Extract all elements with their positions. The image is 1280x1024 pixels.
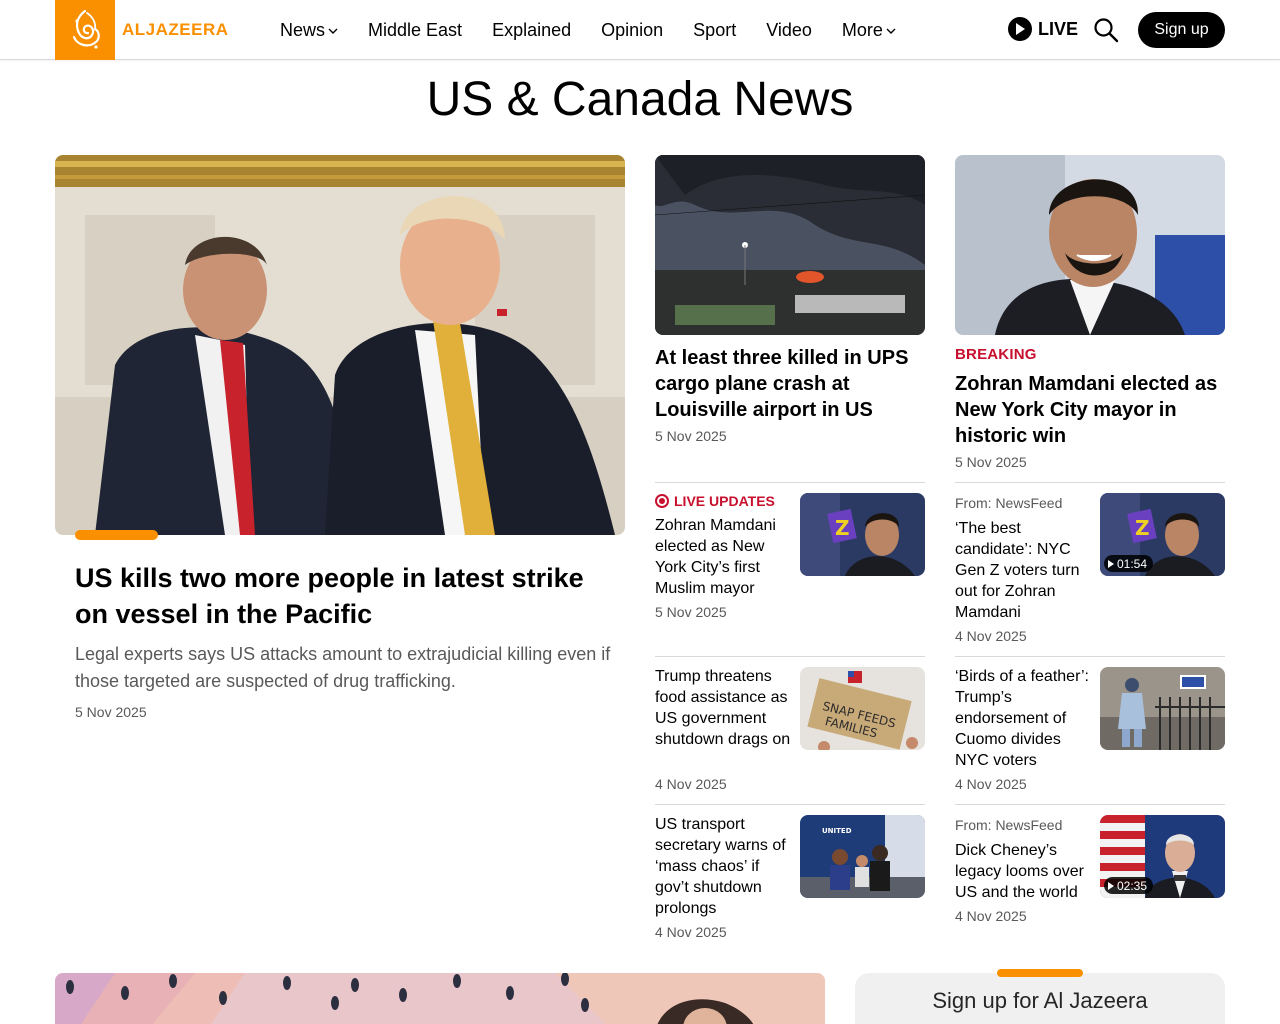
svg-text:UNITED: UNITED [822, 827, 852, 835]
nav-label: Middle East [368, 19, 463, 40]
live-updates-text: LIVE UPDATES [674, 493, 775, 509]
logo-wordmark[interactable]: ALJAZEERA [122, 20, 229, 40]
signup-button[interactable]: Sign up [1138, 12, 1225, 48]
newsletter-accent-bar [997, 969, 1083, 977]
video-duration: 02:35 [1117, 878, 1148, 893]
site-header: ALJAZEERA News Middle East Explained Opi… [0, 0, 1280, 60]
list-item-headline[interactable]: ‘Birds of a feather’: Trump’s endorsemen… [955, 666, 1093, 771]
divider [955, 656, 1225, 657]
play-icon [1108, 881, 1114, 890]
hero-image[interactable] [55, 155, 625, 535]
list-item-headline[interactable]: US transport secretary warns of ‘mass ch… [655, 814, 793, 919]
list-item-date: 4 Nov 2025 [655, 924, 727, 940]
list-item-date: 4 Nov 2025 [955, 908, 1027, 924]
play-icon [1108, 559, 1114, 568]
nav-item-more[interactable]: More [842, 20, 896, 41]
feature-image-mamdani[interactable] [955, 155, 1225, 335]
svg-text:Z: Z [835, 516, 850, 540]
list-item-headline[interactable]: Zohran Mamdani elected as New York City’… [655, 515, 793, 599]
hero-accent-bar [75, 530, 158, 540]
nav-label: Video [766, 19, 812, 40]
nav-item-news[interactable]: News [280, 20, 338, 41]
svg-text:Z: Z [1135, 516, 1150, 540]
hero-summary: Legal experts says US attacks amount to … [75, 644, 611, 691]
page-title: US & Canada News [426, 73, 854, 126]
list-item-thumbnail[interactable]: Z [800, 493, 925, 576]
chevron-down-icon [328, 28, 338, 34]
nav-label: More [841, 19, 883, 40]
nav-label: Explained [492, 19, 572, 40]
video-thumbnail[interactable]: 02:35 [1100, 815, 1225, 898]
feature-date: 5 Nov 2025 [955, 454, 1027, 470]
nav-label: Sport [693, 19, 737, 40]
list-item-headline[interactable]: Dick Cheney’s legacy looms over US and t… [955, 840, 1093, 903]
bottom-feature-image[interactable] [55, 973, 825, 1024]
divider [655, 804, 925, 805]
live-button[interactable]: LIVE [1008, 17, 1078, 41]
nav-item-video[interactable]: Video [766, 20, 812, 41]
live-label: LIVE [1038, 18, 1079, 39]
list-item-date: 4 Nov 2025 [955, 628, 1027, 644]
hero-date: 5 Nov 2025 [75, 704, 147, 720]
list-item-headline[interactable]: ‘The best candidate’: NYC Gen Z voters t… [955, 518, 1093, 623]
video-duration-badge: 02:35 [1104, 877, 1154, 894]
list-item-date: 5 Nov 2025 [655, 604, 727, 620]
video-duration: 01:54 [1117, 556, 1148, 571]
divider [955, 804, 1225, 805]
video-thumbnail[interactable]: Z 01:54 [1100, 493, 1225, 576]
list-item-thumbnail[interactable]: UNITED [800, 815, 925, 898]
list-item-headline[interactable]: Trump threatens food assistance as US go… [655, 666, 793, 750]
list-item-date: 4 Nov 2025 [655, 776, 727, 792]
hero-headline[interactable]: US kills two more people in latest strik… [75, 560, 615, 632]
aljazeera-logo[interactable] [55, 0, 115, 60]
source-label: From: NewsFeed [955, 495, 1063, 511]
nav-item-opinion[interactable]: Opinion [601, 20, 663, 41]
nav-item-middle-east[interactable]: Middle East [368, 20, 462, 41]
chevron-down-icon [886, 28, 896, 34]
nav-label: Opinion [601, 19, 664, 40]
nav-label: News [280, 19, 326, 40]
feature-headline[interactable]: Zohran Mamdani elected as New York City … [955, 371, 1227, 449]
breaking-label: BREAKING [955, 346, 1037, 363]
list-item-thumbnail[interactable] [1100, 667, 1225, 750]
nav-item-sport[interactable]: Sport [693, 20, 736, 41]
list-item-thumbnail[interactable]: SNAP FEEDS FAMILIES [800, 667, 925, 750]
search-icon[interactable] [1093, 17, 1119, 43]
aljazeera-emblem-icon [72, 9, 100, 49]
list-item-date: 4 Nov 2025 [955, 776, 1027, 792]
play-icon [1008, 17, 1032, 41]
nav-item-explained[interactable]: Explained [492, 20, 571, 41]
live-indicator-icon [655, 494, 669, 508]
divider [655, 656, 925, 657]
feature-date: 5 Nov 2025 [655, 428, 727, 444]
source-label: From: NewsFeed [955, 817, 1063, 833]
main-nav: News Middle East Explained Opinion Sport… [280, 0, 926, 60]
feature-image-plane-crash[interactable] [655, 155, 925, 335]
feature-headline[interactable]: At least three killed in UPS cargo plane… [655, 345, 927, 423]
video-duration-badge: 01:54 [1104, 555, 1154, 572]
newsletter-title: Sign up for Al Jazeera [932, 988, 1148, 1013]
divider [655, 482, 925, 483]
divider [955, 482, 1225, 483]
live-updates-label: LIVE UPDATES [655, 493, 775, 509]
